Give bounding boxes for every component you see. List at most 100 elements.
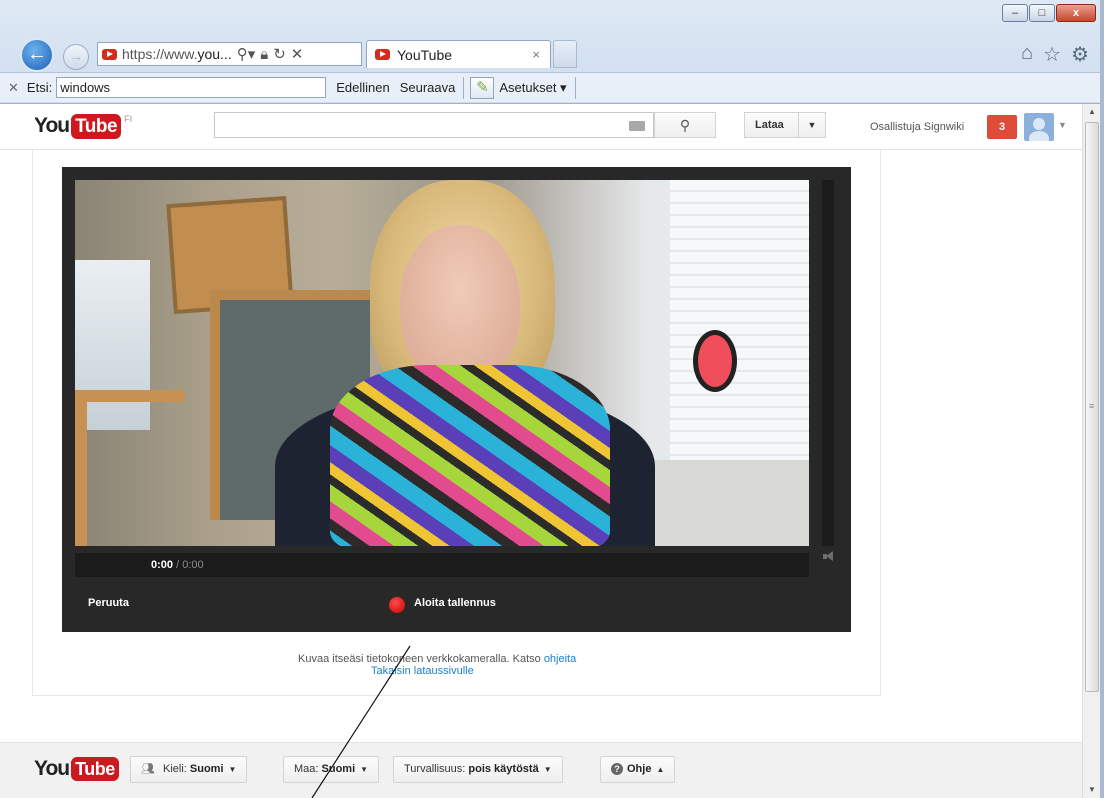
time-display: 0:00 / 0:00 (151, 559, 204, 571)
find-bar: ✕ Etsi: windows Edellinen Seuraava ✎ Ase… (0, 72, 1104, 102)
help-button[interactable]: ? Ohje ▲ (600, 756, 676, 783)
back-button[interactable]: ← (20, 38, 54, 72)
avatar[interactable] (1024, 113, 1054, 141)
caret-icon: ▼ (228, 765, 237, 774)
pencil-icon[interactable]: ✎ (470, 76, 495, 99)
progress-bar[interactable]: 0:00 / 0:00 (75, 553, 809, 577)
tab-close-icon[interactable]: × (532, 47, 540, 62)
scrollbar-thumb[interactable]: ≡ (1085, 122, 1099, 692)
forward-button[interactable]: → (63, 44, 89, 70)
find-label: Etsi: (26, 80, 53, 95)
url-prefix: https://www. (122, 46, 198, 62)
address-url[interactable]: https://www.you... (122, 46, 232, 62)
start-recording-button[interactable]: Aloita tallennus (414, 597, 496, 609)
search-dropdown-icon[interactable]: ⚲▾ (237, 45, 256, 63)
divider (574, 76, 576, 99)
tab-youtube[interactable]: YouTube × (366, 40, 551, 68)
avatar-menu-caret-icon[interactable]: ▼ (1058, 120, 1067, 130)
browser-chrome: – □ x ← → https://www.you... ⚲▾ 🔒︎ ↻ ✕ Y… (0, 0, 1104, 104)
browser-toolbar-icons: ⌂ ☆ ⚙ (1021, 42, 1089, 67)
stop-icon[interactable]: ✕ (291, 45, 304, 63)
search-input[interactable] (214, 112, 654, 138)
youtube-logo[interactable]: You Tube FI (34, 114, 132, 139)
footer-logo[interactable]: You Tube (34, 757, 119, 781)
scene-ladybug-sticker (693, 330, 737, 392)
youtube-header: You Tube FI ⚲ Lataa ▼ Osallistuja Signwi… (0, 104, 1082, 150)
minimize-button[interactable]: – (1002, 4, 1028, 22)
notification-badge[interactable]: 3 (987, 115, 1017, 139)
help-label: Ohje (627, 763, 652, 775)
find-input[interactable]: windows (56, 77, 327, 98)
youtube-favicon-icon (102, 48, 117, 60)
scroll-up-icon[interactable]: ▲ (1083, 104, 1101, 120)
record-icon[interactable] (389, 597, 405, 613)
cancel-button[interactable]: Peruuta (88, 597, 129, 609)
safety-button[interactable]: Turvallisuus: pois käytöstä ▼ (393, 756, 563, 783)
find-settings-button[interactable]: Asetukset ▾ (499, 80, 566, 96)
footer-logo-you: You (34, 757, 70, 780)
help-link[interactable]: ohjeita (544, 653, 576, 665)
webcam-preview (75, 180, 809, 546)
caret-up-icon: ▲ (656, 765, 665, 774)
safety-label: Turvallisuus: (404, 763, 469, 775)
help-icon: ? (611, 763, 623, 775)
volume-slider[interactable] (822, 180, 834, 546)
find-next-button[interactable]: Seuraava (400, 80, 456, 95)
language-label: Kieli: (163, 763, 190, 775)
scene-person-scarf (330, 365, 610, 546)
new-tab-button[interactable] (553, 40, 577, 68)
youtube-page: You Tube FI ⚲ Lataa ▼ Osallistuja Signwi… (0, 104, 1082, 798)
time-duration: 0:00 (182, 559, 204, 571)
time-separator: / (173, 559, 183, 571)
upload-dropdown-button[interactable]: ▼ (798, 112, 826, 138)
refresh-icon[interactable]: ↻ (273, 45, 286, 63)
chevron-down-icon: ▼ (807, 120, 817, 130)
logo-you: You (34, 114, 70, 137)
scroll-down-icon[interactable]: ▼ (1083, 782, 1101, 798)
find-close-icon[interactable]: ✕ (8, 80, 19, 96)
divider (463, 76, 465, 99)
close-window-button[interactable]: x (1056, 4, 1096, 22)
logo-country-code: FI (124, 114, 133, 124)
caret-icon: ▼ (543, 765, 552, 774)
grip-icon: ≡ (1089, 401, 1095, 411)
logo-tube: Tube (71, 114, 122, 139)
gear-icon[interactable]: ⚙ (1071, 42, 1089, 67)
scene-person-face (400, 225, 520, 385)
language-value: Suomi (189, 763, 224, 775)
language-button[interactable]: 👥︎ Kieli: Suomi ▼ (130, 756, 248, 783)
maximize-button[interactable]: □ (1029, 4, 1055, 22)
footer-logo-tube: Tube (71, 757, 119, 781)
footer: You Tube 👥︎ Kieli: Suomi ▼ Maa: Suomi ▼ Tur… (0, 742, 1082, 798)
youtube-favicon-icon (375, 49, 390, 60)
url-domain: you... (197, 46, 232, 62)
webcam-hint: Kuvaa itseäsi tietokoneen verkkokamerall… (298, 653, 576, 665)
find-previous-button[interactable]: Edellinen (336, 80, 390, 95)
star-icon[interactable]: ☆ (1043, 42, 1061, 67)
webcam-recorder: 0:00 / 0:00 Peruuta Aloita tallennus (62, 167, 851, 632)
country-button[interactable]: Maa: Suomi ▼ (283, 756, 380, 783)
time-current: 0:00 (151, 559, 174, 571)
username[interactable]: Osallistuja Signwiki (870, 121, 964, 133)
scene-chair (75, 390, 185, 546)
scene-sill (635, 460, 809, 546)
vertical-scrollbar[interactable]: ▲ ≡ ▼ (1082, 104, 1100, 798)
safety-value: pois käytöstä (468, 763, 539, 775)
address-bar[interactable]: https://www.you... ⚲▾ 🔒︎ ↻ ✕ (97, 42, 362, 66)
language-icon: 👥︎ (141, 763, 155, 775)
lock-icon[interactable]: 🔒︎ (260, 46, 268, 63)
country-label: Maa: (294, 763, 322, 775)
tab-title: YouTube (397, 46, 453, 63)
search-icon: ⚲ (679, 117, 691, 133)
home-icon[interactable]: ⌂ (1021, 42, 1033, 67)
country-value: Suomi (321, 763, 356, 775)
window-border (1100, 0, 1104, 798)
search-button[interactable]: ⚲ (654, 112, 716, 138)
scene-window-right (670, 180, 809, 460)
hint-text: Kuvaa itseäsi tietokoneen verkkokamerall… (298, 653, 544, 665)
volume-icon[interactable] (823, 551, 835, 561)
keyboard-icon[interactable] (629, 121, 645, 131)
back-to-upload-link[interactable]: Takaisin lataussivulle (371, 665, 474, 677)
caret-icon: ▼ (360, 765, 369, 774)
window-controls: – □ x (1001, 4, 1096, 22)
